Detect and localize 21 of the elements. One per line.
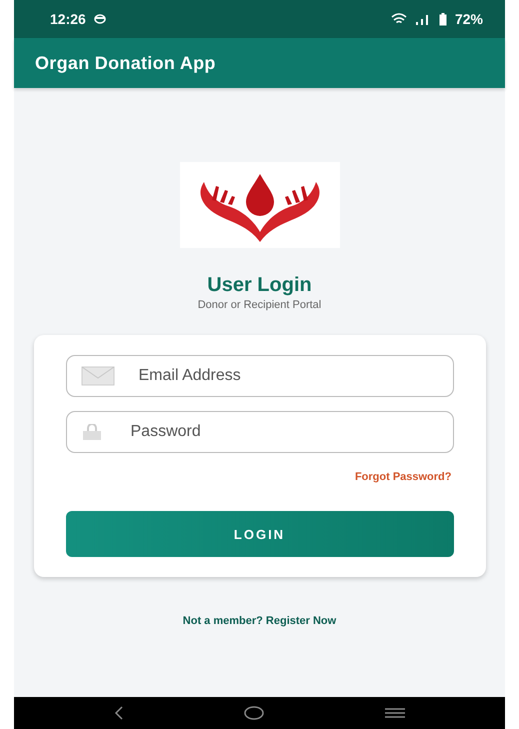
email-input[interactable]: Email Address [136, 366, 438, 386]
password-field[interactable]: Password [66, 411, 454, 453]
home-icon[interactable] [244, 706, 264, 720]
back-icon[interactable] [114, 706, 124, 720]
forgot-password-link[interactable]: Forgot Password? [354, 471, 452, 483]
password-input[interactable]: Password [128, 422, 438, 442]
battery-percentage: 72% [454, 11, 483, 27]
register-link[interactable]: Not a member? Register Now [182, 615, 336, 627]
lock-icon [80, 424, 102, 440]
login-title: User Login [207, 274, 312, 297]
menu-icon[interactable] [384, 708, 405, 718]
wifi-icon [390, 13, 407, 25]
login-button[interactable]: LOGIN [66, 511, 454, 557]
notification-icon [94, 14, 106, 24]
login-subtitle: Donor or Recipient Portal [198, 299, 322, 311]
signal-icon [414, 13, 431, 25]
battery-icon [438, 12, 447, 26]
envelope-icon [80, 366, 114, 386]
status-time: 12:26 [50, 11, 86, 27]
email-field[interactable]: Email Address [66, 355, 454, 397]
app-title: Organ Donation App [35, 52, 216, 74]
